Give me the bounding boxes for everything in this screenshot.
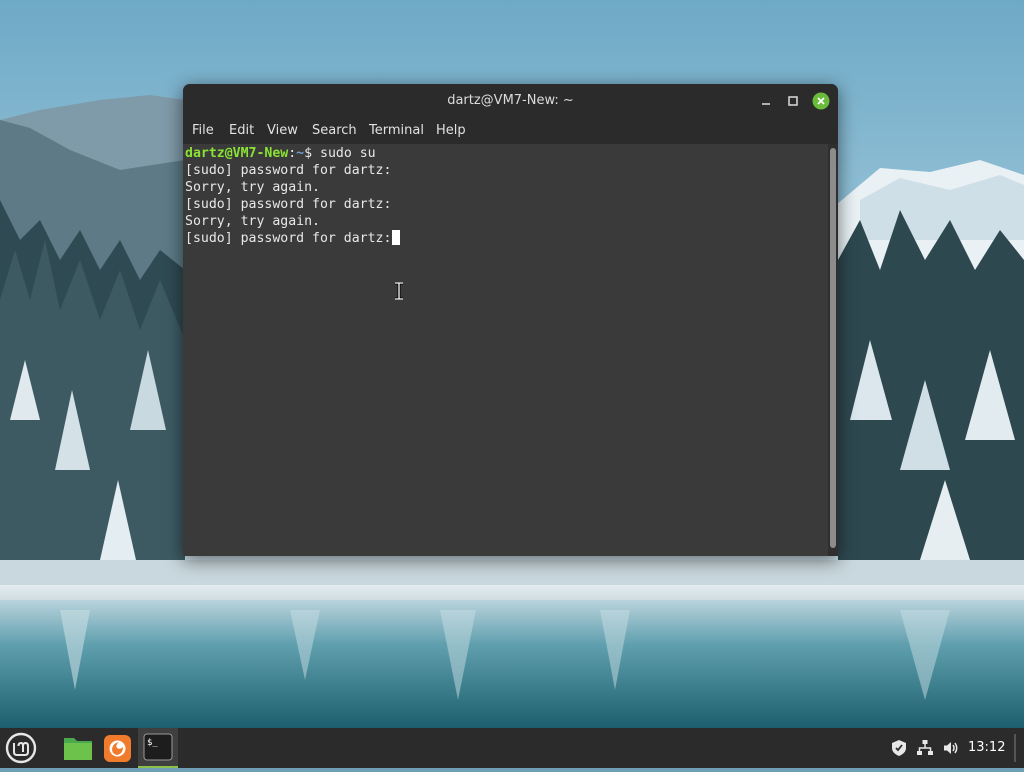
- files-icon: [64, 738, 92, 760]
- scrollbar-thumb[interactable]: [830, 148, 836, 548]
- linux-mint-icon: [5, 732, 37, 764]
- close-icon: [812, 92, 830, 110]
- terminal-icon-label: $_: [147, 738, 158, 748]
- files-button[interactable]: [58, 728, 98, 768]
- menu-terminal[interactable]: Terminal: [369, 123, 424, 138]
- text-cursor: [392, 230, 401, 245]
- close-button[interactable]: [812, 92, 830, 110]
- menubar: File Edit View Search Terminal Help: [183, 118, 838, 144]
- menu-search[interactable]: Search: [312, 123, 357, 138]
- terminal-icon: $_: [143, 733, 173, 761]
- output-line: [sudo] password for dartz:: [185, 163, 392, 178]
- menu-view[interactable]: View: [267, 123, 298, 138]
- output-line-current: [sudo] password for dartz:: [185, 230, 401, 247]
- taskbar: $_ 13:12: [0, 728, 1024, 768]
- firefox-button[interactable]: [98, 728, 138, 768]
- prompt-line: dartz@VM7-New:~$ sudo su: [185, 145, 376, 162]
- terminal-window[interactable]: dartz@VM7-New: ~ File Edit View Search T…: [183, 84, 838, 556]
- terminal-output[interactable]: dartz@VM7-New:~$ sudo su [sudo] password…: [183, 144, 828, 556]
- maximize-icon: [788, 96, 798, 106]
- minimize-button[interactable]: [757, 92, 775, 110]
- menu-help[interactable]: Help: [436, 123, 466, 138]
- start-menu-button[interactable]: [0, 728, 44, 768]
- terminal-scrollbar[interactable]: [828, 144, 838, 556]
- prompt-separator: :: [288, 146, 297, 161]
- show-desktop-button[interactable]: [1014, 734, 1016, 762]
- prompt-user: dartz@VM7-New: [185, 146, 289, 161]
- menu-edit[interactable]: Edit: [229, 123, 254, 138]
- window-title: dartz@VM7-New: ~: [447, 93, 574, 108]
- minimize-icon: [762, 103, 770, 105]
- prompt-path: ~: [296, 146, 305, 161]
- prompt-symbol: $: [304, 146, 321, 161]
- command-text: sudo su: [320, 146, 376, 161]
- firefox-icon: [104, 735, 131, 762]
- menu-file[interactable]: File: [192, 123, 214, 138]
- maximize-button[interactable]: [784, 92, 802, 110]
- output-line: Sorry, try again.: [185, 180, 320, 195]
- clock[interactable]: 13:12: [968, 740, 1005, 755]
- output-line: [sudo] password for dartz:: [185, 197, 392, 212]
- password-prompt: [sudo] password for dartz:: [185, 231, 392, 246]
- ibeam-cursor-icon: [395, 282, 403, 300]
- output-line: Sorry, try again.: [185, 214, 320, 229]
- network-icon[interactable]: [916, 739, 934, 757]
- volume-icon[interactable]: [942, 739, 960, 757]
- terminal-button[interactable]: $_: [138, 728, 178, 768]
- shield-icon[interactable]: [890, 739, 908, 757]
- window-titlebar[interactable]: dartz@VM7-New: ~: [183, 84, 838, 118]
